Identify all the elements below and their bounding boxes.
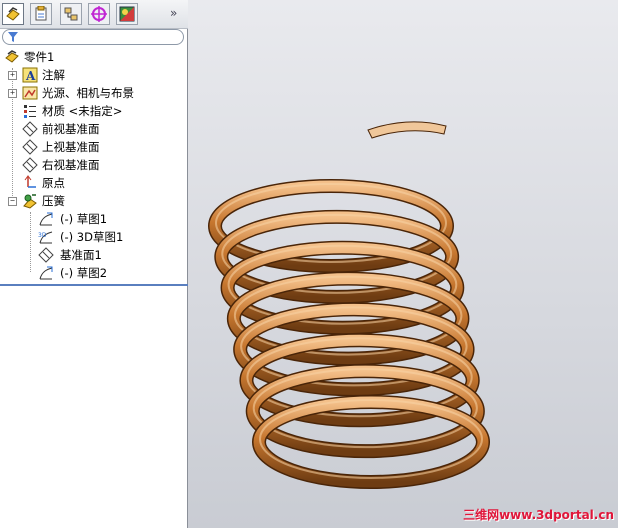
svg-text:A: A	[25, 69, 36, 83]
tree-root-label: 零件1	[24, 50, 55, 64]
spring-feature-icon	[23, 194, 37, 209]
expand-toggle[interactable]: +	[8, 89, 17, 98]
tree-item-annotations[interactable]: + A 注解	[8, 66, 184, 84]
feature-manager-icon	[6, 7, 20, 21]
tree-item-label: (-) 草图1	[60, 212, 108, 226]
tree-item-label: 光源、相机与布景	[42, 86, 134, 100]
property-manager-icon	[35, 6, 47, 21]
panel-more-chevron[interactable]: »	[170, 6, 177, 20]
dimxpert-icon	[91, 6, 107, 22]
tab-dimxpert-manager[interactable]	[88, 3, 110, 25]
tab-feature-manager[interactable]	[2, 3, 24, 25]
tree-item-right-plane[interactable]: 右视基准面	[8, 156, 184, 174]
display-manager-icon	[119, 6, 135, 22]
tree-item-label: 压簧	[42, 194, 65, 208]
expand-toggle[interactable]: +	[8, 71, 17, 80]
svg-text:3D: 3D	[38, 232, 47, 239]
tree-guide-line	[30, 212, 31, 272]
part-icon	[5, 50, 19, 63]
feature-manager-panel: » 零件1 + A 注解 + 光源、相机与布景 材质 <未指定> 前视基准面 上…	[0, 0, 188, 528]
material-icon	[24, 105, 36, 118]
tree-child-plane1[interactable]: 基准面1	[38, 246, 184, 264]
tree-root-part[interactable]: 零件1	[4, 48, 184, 66]
spring-coils	[208, 121, 490, 489]
plane-icon	[38, 247, 54, 263]
tree-item-material[interactable]: 材质 <未指定>	[8, 102, 184, 120]
sketch-icon	[39, 266, 53, 280]
plane-icon	[22, 121, 38, 137]
sketch3d-icon: 3D	[38, 231, 53, 244]
tree-item-label: 材质 <未指定>	[42, 104, 123, 118]
collapse-toggle[interactable]: −	[8, 197, 17, 206]
plane-icon	[22, 157, 38, 173]
lights-icon	[22, 86, 38, 100]
tree-item-label: 右视基准面	[42, 158, 100, 172]
tree-item-compression-spring[interactable]: − 压簧	[8, 192, 184, 210]
spring-model[interactable]	[188, 0, 618, 528]
configuration-manager-icon	[64, 7, 78, 21]
sketch-icon	[39, 212, 53, 226]
annotations-icon: A	[22, 67, 38, 83]
panel-tab-bar: »	[0, 0, 188, 29]
watermark: 三维网www.3dportal.cn	[463, 508, 614, 522]
tree-item-label: 基准面1	[60, 248, 102, 262]
tree-child-3dsketch1[interactable]: 3D (-) 3D草图1	[38, 228, 184, 246]
filter-icon	[8, 32, 18, 42]
tree-child-sketch1[interactable]: (-) 草图1	[38, 210, 184, 228]
feature-tree-filter[interactable]	[2, 29, 184, 45]
tree-item-label: 注解	[42, 68, 65, 82]
tree-item-label: (-) 草图2	[60, 266, 108, 280]
tree-item-lights-cameras-scene[interactable]: + 光源、相机与布景	[8, 84, 184, 102]
tree-item-label: 上视基准面	[42, 140, 100, 154]
rollback-bar[interactable]	[0, 284, 188, 286]
tab-display-manager[interactable]	[116, 3, 138, 25]
tree-item-front-plane[interactable]: 前视基准面	[8, 120, 184, 138]
tab-property-manager[interactable]	[30, 3, 52, 25]
origin-icon	[24, 175, 36, 188]
tree-item-label: 原点	[42, 176, 65, 190]
tree-item-origin[interactable]: 原点	[8, 174, 184, 192]
tree-item-top-plane[interactable]: 上视基准面	[8, 138, 184, 156]
graphics-viewport[interactable]: · · · · 三维网www.3dportal.cn	[188, 0, 618, 528]
tab-configuration-manager[interactable]	[60, 3, 82, 25]
tree-item-label: (-) 3D草图1	[60, 230, 124, 244]
tree-item-label: 前视基准面	[42, 122, 100, 136]
tree-child-sketch2[interactable]: (-) 草图2	[38, 264, 184, 282]
spring-end-face	[367, 121, 447, 139]
plane-icon	[22, 139, 38, 155]
